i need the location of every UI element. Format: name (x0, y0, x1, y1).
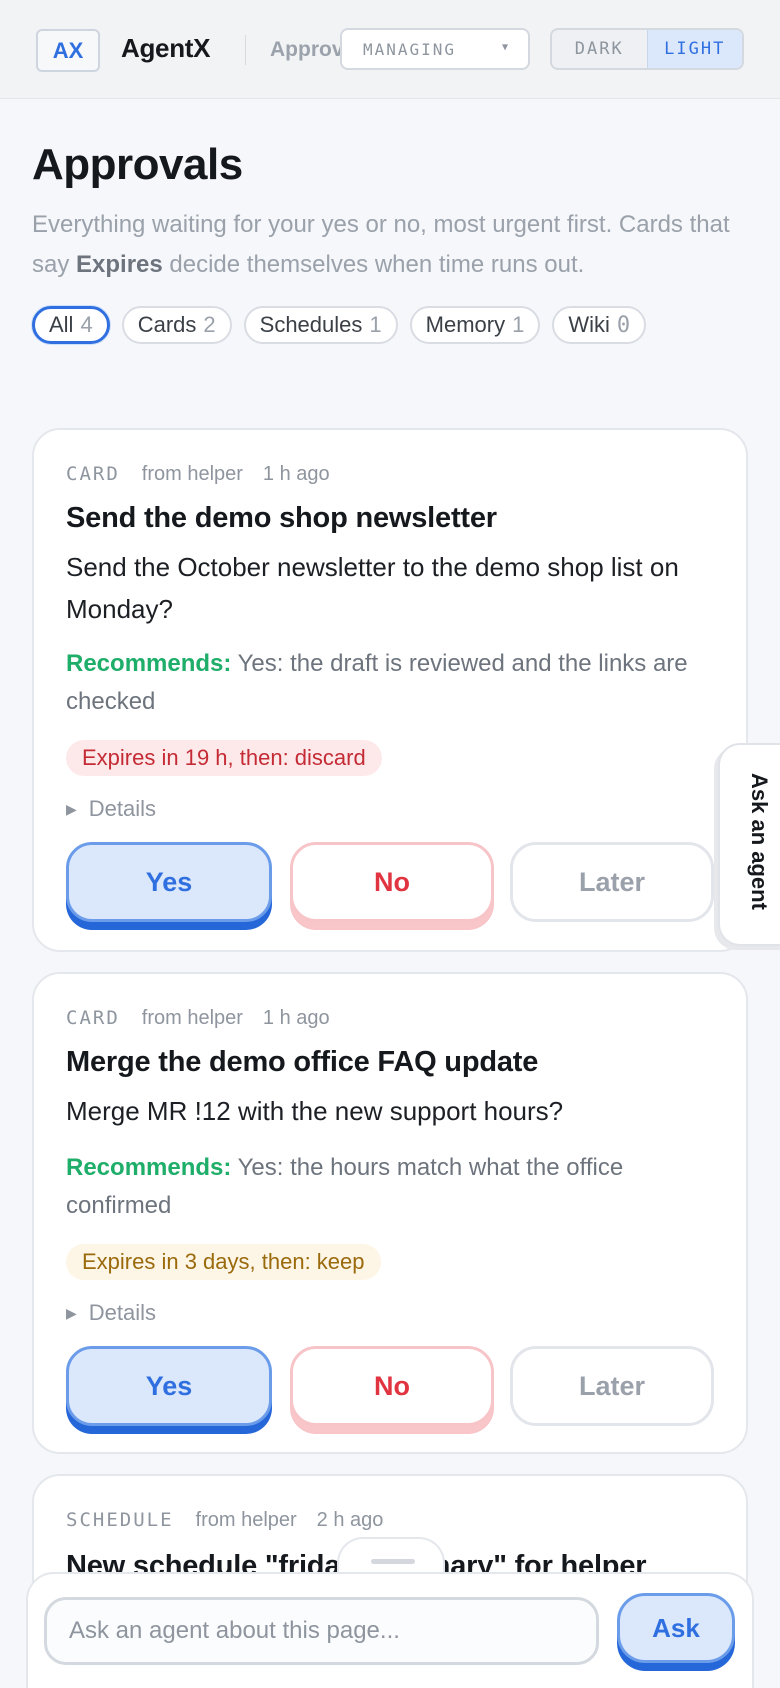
card-question: Merge MR !12 with the new support hours? (66, 1096, 564, 1126)
card-source: from helper (141, 1007, 243, 1029)
chip-label: All (49, 312, 74, 337)
approval-card: CARD from helper 1 h ago Send the demo s… (32, 428, 748, 952)
card-meta: CARD from helper 1 h ago (66, 1007, 330, 1030)
details-toggle[interactable]: ▶ Details (66, 796, 156, 822)
card-kind: CARD (66, 463, 120, 485)
details-label: Details (88, 1300, 157, 1325)
breadcrumb[interactable]: Approvals (270, 38, 342, 62)
card-source: from helper (195, 1509, 297, 1531)
ask-input[interactable]: Ask an agent about this page... (44, 1597, 599, 1665)
filter-cards[interactable]: Cards 2 (121, 306, 232, 344)
yes-button[interactable]: Yes (66, 1346, 272, 1426)
card-age: 1 h ago (262, 463, 330, 485)
card-age: 1 h ago (262, 1007, 330, 1029)
approval-card: CARD from helper 1 h ago Merge the demo … (32, 972, 748, 1454)
ask-agent-tab[interactable]: Ask an agent (718, 743, 780, 946)
triangle-right-icon: ▶ (66, 800, 77, 817)
filter-schedules[interactable]: Schedules 1 (243, 306, 398, 344)
chevron-down-icon: ▼ (501, 42, 508, 53)
page-intro: Everything waiting for your yes or no, m… (32, 205, 752, 285)
no-button[interactable]: No (290, 1346, 494, 1426)
app-name: AgentX (121, 33, 211, 63)
theme-toggle[interactable]: DARK LIGHT (550, 28, 744, 70)
managing-select[interactable]: MANAGING ▼ (340, 28, 530, 70)
filter-memory[interactable]: Memory 1 (409, 306, 541, 344)
intro-text-end: decide themselves when time runs out. (162, 251, 585, 278)
later-button[interactable]: Later (510, 1346, 714, 1426)
managing-select-label: MANAGING (363, 39, 457, 59)
yes-button[interactable]: Yes (66, 842, 272, 922)
card-kind: CARD (66, 1007, 120, 1029)
triangle-right-icon: ▶ (66, 1304, 77, 1321)
app-logo[interactable]: AX (36, 29, 100, 72)
ask-agent-tab-label: Ask an agent (747, 773, 772, 910)
intro-bold: Expires (76, 251, 163, 278)
card-age: 2 h ago (316, 1509, 384, 1531)
filter-wiki[interactable]: Wiki 0 (552, 306, 647, 344)
filter-all[interactable]: All 4 (32, 306, 110, 344)
expires-badge: Expires in 3 days, then: keep (66, 1244, 381, 1280)
card-recommendation: Recommends: Yes: the draft is reviewed a… (66, 645, 726, 721)
card-kind: SCHEDULE (66, 1509, 174, 1531)
expires-badge: Expires in 19 h, then: discard (66, 740, 382, 776)
chip-label: Memory (425, 312, 506, 337)
card-title: Merge the demo office FAQ update (66, 1046, 539, 1078)
card-meta: CARD from helper 1 h ago (66, 463, 330, 486)
details-label: Details (88, 796, 157, 821)
details-toggle[interactable]: ▶ Details (66, 1300, 156, 1326)
theme-light-option[interactable]: LIGHT (646, 30, 742, 68)
recommends-label: Recommends: (66, 650, 232, 677)
card-meta: SCHEDULE from helper 2 h ago (66, 1509, 383, 1532)
filter-chips: All 4 Cards 2 Schedules 1 Memory 1 Wiki … (32, 306, 647, 344)
chip-count: 0 (616, 312, 631, 338)
chip-count: 2 (203, 312, 216, 337)
card-question: Send the October newsletter to the demo … (66, 552, 679, 624)
chip-count: 4 (80, 312, 93, 337)
chip-label: Schedules (259, 312, 363, 337)
card-recommendation: Recommends: Yes: the hours match what th… (66, 1149, 726, 1225)
chip-label: Wiki (568, 312, 610, 337)
divider (245, 35, 246, 65)
card-title: Send the demo shop newsletter (66, 502, 497, 534)
recommends-label: Recommends: (66, 1154, 232, 1181)
chip-count: 1 (512, 312, 525, 337)
grip-icon (371, 1559, 415, 1564)
ask-button[interactable]: Ask (617, 1593, 735, 1663)
card-source: from helper (141, 463, 243, 485)
later-button[interactable]: Later (510, 842, 714, 922)
chip-count: 1 (369, 312, 382, 337)
top-bar: AX AgentX Approvals MANAGING ▼ DARK LIGH… (0, 0, 780, 99)
page-title: Approvals (32, 140, 243, 189)
theme-dark-option[interactable]: DARK (552, 30, 647, 68)
no-button[interactable]: No (290, 842, 494, 922)
chip-label: Cards (137, 312, 197, 337)
